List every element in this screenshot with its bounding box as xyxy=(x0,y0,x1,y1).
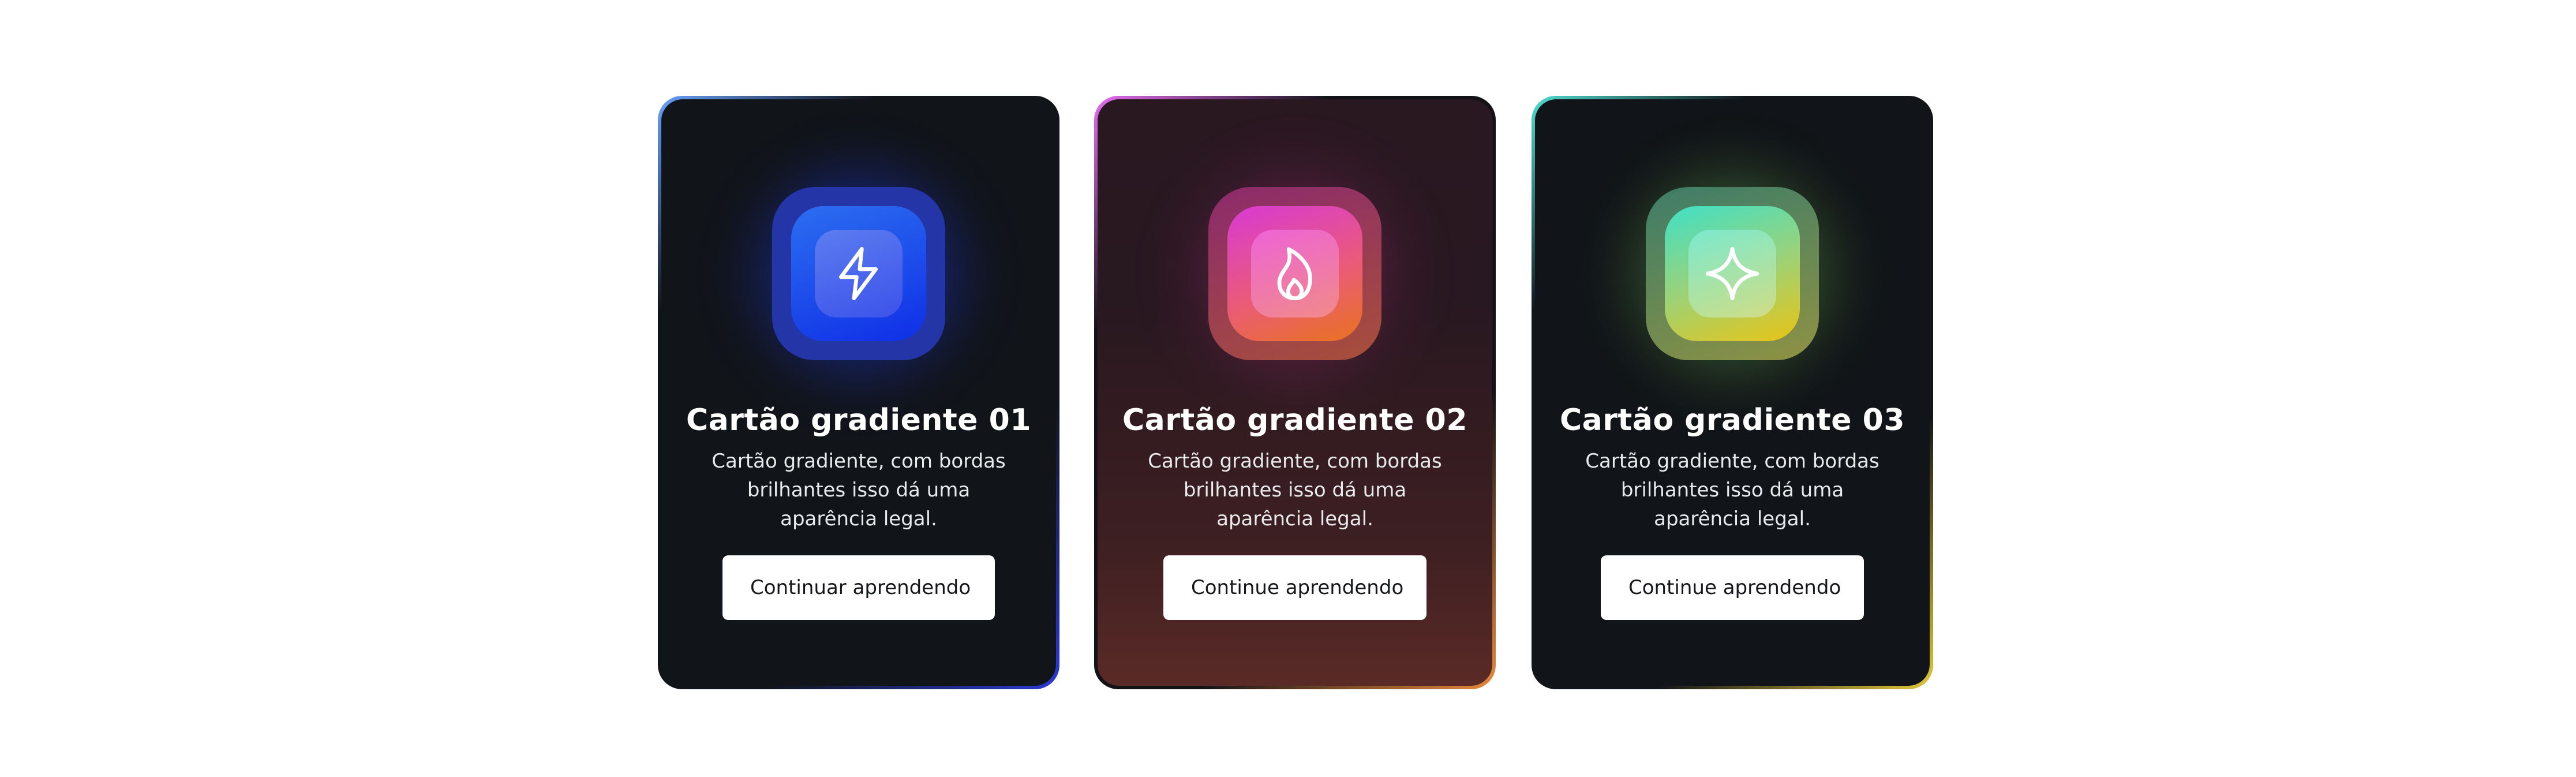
card-border-3: Cartão gradiente 03 Cartão gradiente, co… xyxy=(1532,96,1933,689)
card-title: Cartão gradiente 03 xyxy=(1559,403,1905,438)
continue-learning-button[interactable]: Continuar aprendendo xyxy=(722,555,995,620)
card-description: Cartão gradiente, com bordas brilhantes … xyxy=(1585,450,1879,531)
lightning-bolt-icon xyxy=(839,246,878,301)
card-title: Cartão gradiente 02 xyxy=(1122,403,1468,438)
sparkle-icon xyxy=(1705,246,1759,301)
card-title: Cartão gradiente 01 xyxy=(686,403,1032,438)
page: Cartão gradiente 01 Cartão gradiente, co… xyxy=(0,0,2576,777)
gradient-card-2: Cartão gradiente 02 Cartão gradiente, co… xyxy=(1098,99,1492,686)
gradient-card-1: Cartão gradiente 01 Cartão gradiente, co… xyxy=(661,99,1056,686)
card-icon-tile-1 xyxy=(726,141,991,406)
card-icon-tile-3 xyxy=(1600,141,1865,406)
continue-learning-button[interactable]: Continue aprendendo xyxy=(1163,555,1426,620)
card-description: Cartão gradiente, com bordas brilhantes … xyxy=(1148,450,1442,531)
gradient-card-3: Cartão gradiente 03 Cartão gradiente, co… xyxy=(1535,99,1930,686)
flame-icon xyxy=(1277,247,1312,301)
card-description: Cartão gradiente, com bordas brilhantes … xyxy=(712,450,1006,531)
continue-learning-button[interactable]: Continue aprendendo xyxy=(1601,555,1864,620)
card-icon-tile-2 xyxy=(1162,141,1428,406)
card-border-2: Cartão gradiente 02 Cartão gradiente, co… xyxy=(1094,96,1496,689)
card-border-1: Cartão gradiente 01 Cartão gradiente, co… xyxy=(658,96,1059,689)
